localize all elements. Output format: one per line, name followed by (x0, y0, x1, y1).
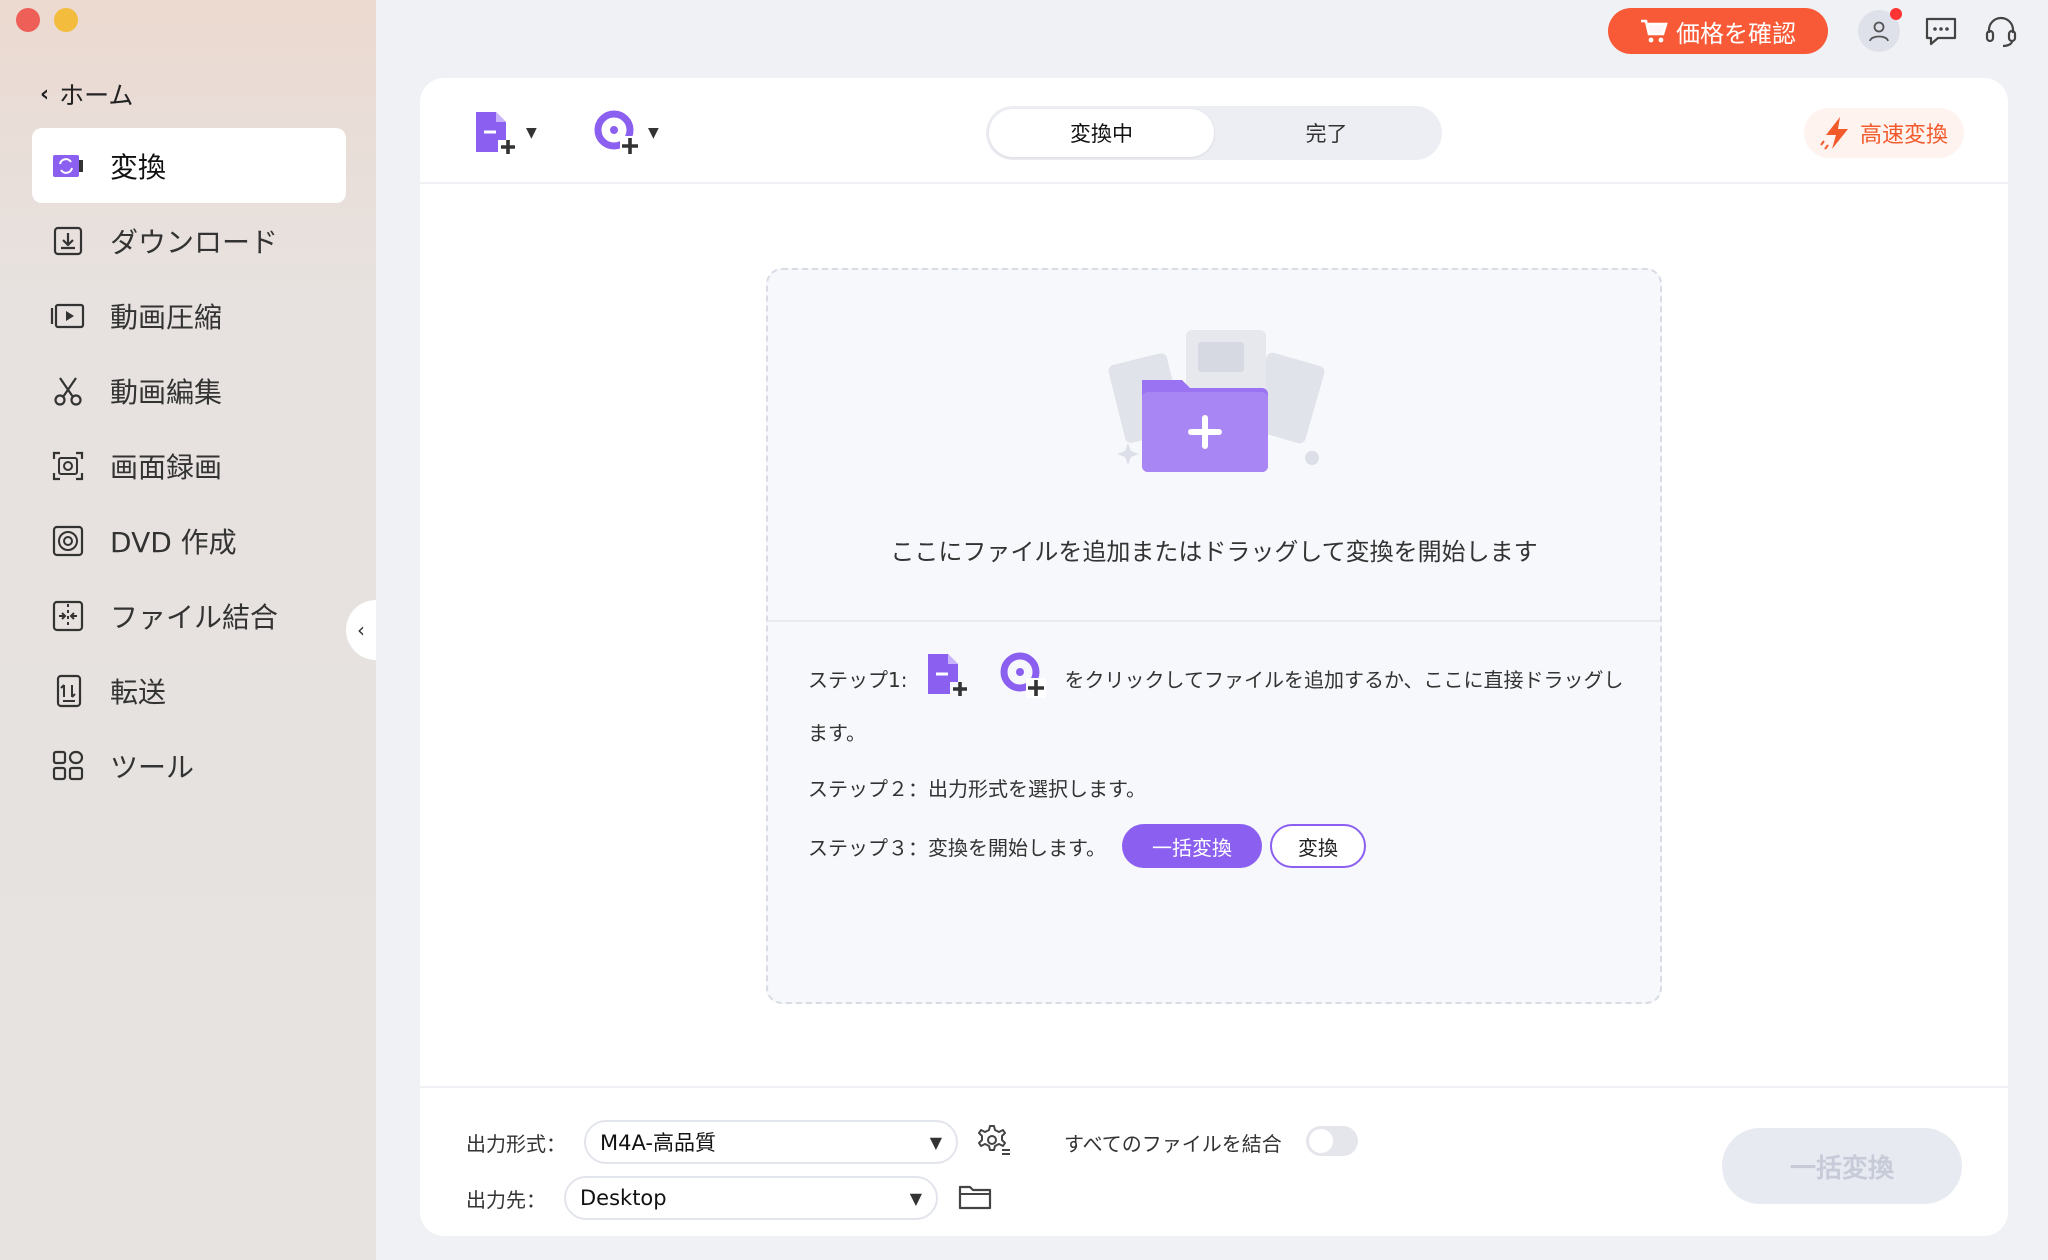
sidebar-item-transfer[interactable]: 転送 (32, 653, 346, 728)
messages-button[interactable] (1920, 10, 1962, 52)
output-format-select[interactable]: M4A-高品質 ▼ (584, 1120, 958, 1164)
sidebar-item-label: 画面録画 (110, 450, 223, 484)
add-folder-icon (1108, 330, 1325, 472)
fast-convert-label: 高速変換 (1859, 123, 1948, 148)
merge-all-label: すべてのファイルを結合 (1064, 1132, 1282, 1156)
output-destination-value: Desktop (580, 1186, 667, 1210)
notification-dot (1890, 8, 1902, 20)
sidebar-item-convert[interactable]: 変換 (32, 128, 346, 203)
download-icon (53, 226, 83, 255)
chevron-down-icon: ▼ (648, 125, 659, 141)
chat-icon (1925, 17, 1957, 46)
sidebar-item-label: DVD 作成 (110, 525, 237, 559)
open-folder-button[interactable] (954, 1176, 996, 1218)
home-label: ホーム (59, 81, 134, 110)
minimize-window-button[interactable] (54, 8, 78, 32)
headset-icon (1985, 16, 2017, 48)
tools-icon (52, 750, 84, 780)
toolbar: ▼ ▼ 変換中 完了 高速変換 (420, 78, 2008, 184)
sidebar-item-label: 転送 (110, 675, 167, 709)
sidebar-item-label: 動画圧縮 (110, 300, 223, 334)
sidebar-nav: 変換 ダウンロード 動画圧縮 動画編集 画面録画 DVD 作成 ファイル結合 転… (32, 128, 346, 803)
add-dvd-icon (1000, 652, 1047, 698)
sidebar-item-label: ツール (110, 750, 195, 784)
chevron-down-icon: ▼ (929, 1132, 942, 1152)
add-files-button[interactable]: ▼ (472, 108, 537, 158)
merge-all-toggle[interactable] (1306, 1126, 1358, 1156)
folder-icon (958, 1185, 992, 1210)
status-tabs: 変換中 完了 (986, 106, 1442, 160)
chevron-down-icon: ▼ (526, 125, 537, 141)
sidebar-item-label: ファイル結合 (110, 600, 279, 634)
add-disc-button[interactable]: ▼ (592, 108, 659, 158)
sidebar-item-tools[interactable]: ツール (32, 728, 346, 803)
add-file-icon (927, 654, 967, 696)
add-disc-inline-button[interactable] (998, 650, 1048, 713)
output-destination-label: 出力先： (466, 1188, 546, 1212)
user-icon (1869, 21, 1889, 42)
add-file-icon (476, 112, 515, 154)
chevron-down-icon: ▼ (909, 1188, 922, 1208)
step-3-text: ステップ３：変換を開始します。 (808, 835, 1106, 860)
convert-icon (53, 154, 83, 177)
batch-convert-button[interactable]: 一括変換 (1722, 1128, 1962, 1204)
format-settings-button[interactable] (972, 1120, 1014, 1162)
compress-icon (50, 303, 85, 328)
sidebar-item-label: ダウンロード (110, 225, 279, 259)
tab-completed[interactable]: 完了 (1214, 109, 1439, 157)
screen-record-icon (52, 451, 84, 480)
step-3: ステップ３：変換を開始します。 一括変換 変換 (808, 824, 1638, 868)
support-button[interactable] (1980, 10, 2022, 52)
add-files-inline-button[interactable] (924, 650, 972, 713)
sidebar-item-merge[interactable]: ファイル結合 (32, 578, 346, 653)
sidebar-item-download[interactable]: ダウンロード (32, 203, 346, 278)
sidebar-item-compress[interactable]: 動画圧縮 (32, 278, 346, 353)
lightning-icon (1820, 117, 1848, 150)
drop-zone-upper: ここにファイルを追加またはドラッグして変換を開始します (768, 270, 1660, 622)
step-1-prefix: ステップ1: (808, 668, 908, 692)
footer: 出力形式： M4A-高品質 ▼ すべてのファイルを結合 出力先： Desktop… (420, 1086, 2008, 1236)
convert-example-button[interactable]: 変換 (1270, 824, 1366, 868)
sidebar: ‹ ホーム 変換 ダウンロード 動画圧縮 動画編集 画面録画 DVD 作成 ファ… (0, 0, 376, 1260)
output-format-label: 出力形式： (466, 1132, 566, 1156)
fast-convert-button[interactable]: 高速変換 (1804, 108, 1964, 158)
transfer-icon (56, 674, 82, 707)
sidebar-item-dvd[interactable]: DVD 作成 (32, 503, 346, 578)
scissors-icon (54, 376, 82, 406)
output-destination-select[interactable]: Desktop ▼ (564, 1176, 938, 1220)
merge-icon (52, 600, 84, 631)
check-price-button[interactable]: 価格を確認 (1608, 8, 1828, 54)
drop-zone-text: ここにファイルを追加またはドラッグして変換を開始します (890, 538, 1538, 566)
add-dvd-icon (594, 110, 640, 156)
check-price-label: 価格を確認 (1676, 19, 1796, 48)
step-1: ステップ1: をクリックしてファイルを追加するか、ここに直接ドラッグします。 (808, 650, 1638, 753)
main-panel: ▼ ▼ 変換中 完了 高速変換 ここにファイルを追加またはドラッグして変換を開始… (420, 78, 2008, 1236)
drop-zone[interactable]: ここにファイルを追加またはドラッグして変換を開始します ステップ1: をクリック… (766, 268, 1662, 1004)
batch-convert-example-button[interactable]: 一括変換 (1122, 824, 1262, 868)
settings-gear-icon (978, 1125, 1010, 1155)
step-2: ステップ２：出力形式を選択します。 (808, 777, 1146, 801)
cart-icon (1641, 19, 1668, 43)
sidebar-item-record[interactable]: 画面録画 (32, 428, 346, 503)
chevron-left-icon: ‹ (40, 81, 50, 107)
chevron-left-icon: ‹ (357, 618, 365, 642)
sidebar-item-label: 動画編集 (110, 375, 223, 409)
output-format-value: M4A-高品質 (600, 1131, 716, 1155)
instructions: ステップ1: をクリックしてファイルを追加するか、ここに直接ドラッグします。 ス… (808, 650, 1638, 868)
dvd-icon (52, 525, 84, 556)
window-controls (16, 8, 78, 32)
home-link[interactable]: ‹ ホーム (40, 76, 133, 112)
close-window-button[interactable] (16, 8, 40, 32)
sidebar-item-edit[interactable]: 動画編集 (32, 353, 346, 428)
sidebar-item-label: 変換 (110, 150, 167, 184)
tab-converting[interactable]: 変換中 (989, 109, 1214, 157)
account-button[interactable] (1858, 8, 1902, 52)
